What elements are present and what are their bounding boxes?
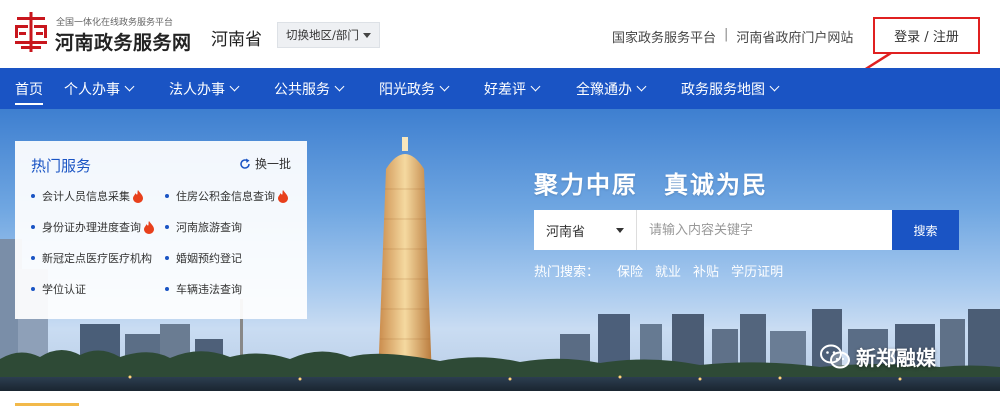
henan-logo-icon[interactable]	[14, 12, 48, 52]
chevron-down-icon	[124, 81, 135, 92]
nav-item-label: 政务服务地图	[681, 81, 765, 98]
hot-service-label: 学位认证	[42, 283, 86, 296]
caret-down-icon	[362, 32, 371, 38]
current-province: 河南省	[211, 30, 262, 50]
chevron-down-icon	[530, 81, 541, 92]
bullet-icon	[165, 225, 169, 229]
nav-item-label: 好差评	[484, 81, 526, 98]
nav-item-label: 法人办事	[169, 81, 225, 98]
bullet-icon	[31, 256, 35, 260]
nav-item-label: 全豫通办	[576, 81, 632, 98]
nav-item-service-map[interactable]: 政务服务地图	[681, 68, 780, 109]
hot-service-label: 河南旅游查询	[176, 221, 242, 234]
region-switch-button[interactable]: 切换地区/部门	[277, 22, 380, 48]
fire-icon	[133, 189, 143, 203]
bottom-strip	[0, 391, 1000, 406]
search-region-select[interactable]: 河南省	[534, 210, 637, 250]
hot-service-label: 新冠定点医疗医疗机构	[42, 252, 152, 265]
bullet-icon	[165, 287, 169, 291]
region-switch-label: 切换地区/部门	[286, 28, 359, 42]
bullet-icon	[31, 194, 35, 198]
chevron-down-icon	[439, 81, 450, 92]
hot-search-term[interactable]: 学历证明	[731, 261, 783, 280]
refresh-button[interactable]: 换一批	[239, 155, 291, 172]
chevron-down-icon	[636, 81, 647, 92]
hot-service-label: 身份证办理进度查询	[42, 221, 141, 234]
search-input[interactable]	[637, 210, 892, 250]
hot-service-item[interactable]: 住房公积金信息查询	[165, 188, 288, 204]
hot-service-item[interactable]: 河南旅游查询	[165, 219, 242, 235]
hot-service-item[interactable]: 身份证办理进度查询	[31, 219, 154, 235]
hot-search-term[interactable]: 保险	[617, 261, 643, 280]
hot-service-item[interactable]: 车辆违法查询	[165, 281, 242, 297]
link-separator: |	[724, 27, 729, 42]
link-national-platform[interactable]: 国家政务服务平台	[612, 27, 716, 46]
refresh-icon	[240, 158, 250, 169]
chevron-down-icon	[769, 81, 780, 92]
nav-item-open-government[interactable]: 阳光政务	[379, 68, 450, 109]
bullet-icon	[165, 194, 169, 198]
bullet-icon	[31, 287, 35, 291]
hot-service-label: 会计人员信息采集	[42, 190, 130, 203]
top-links: 国家政务服务平台 | 河南省政府门户网站	[612, 27, 853, 46]
site-subtitle: 全国一体化在线政务服务平台	[56, 18, 174, 28]
hot-service-label: 婚姻预约登记	[176, 252, 242, 265]
watermark-text: 新郑融媒	[856, 346, 936, 370]
nav-item-label: 阳光政务	[379, 81, 435, 98]
hot-search-term[interactable]: 补贴	[693, 261, 719, 280]
link-henan-portal[interactable]: 河南省政府门户网站	[736, 27, 853, 46]
search-button[interactable]: 搜索	[892, 210, 959, 250]
hot-search-label: 热门搜索：	[534, 265, 600, 280]
nav-item-enterprise[interactable]: 法人办事	[169, 68, 240, 109]
nav-item-label: 公共服务	[274, 81, 330, 98]
chevron-down-icon	[334, 81, 345, 92]
login-register-button[interactable]: 登录 / 注册	[873, 17, 980, 54]
media-watermark: 新郑融媒	[820, 342, 936, 371]
hot-service-label: 车辆违法查询	[176, 283, 242, 296]
nav-item-home[interactable]: 首页	[15, 68, 43, 109]
hot-search-term[interactable]: 就业	[655, 261, 681, 280]
bullet-icon	[31, 225, 35, 229]
search-box: 河南省 搜索	[534, 210, 959, 250]
caret-down-icon	[616, 227, 624, 233]
hot-services-panel: 热门服务 换一批 会计人员信息采集 住房公积金信息查询 身份证办理进度查询 河南…	[15, 141, 307, 319]
site-header: 全国一体化在线政务服务平台 河南政务服务网 河南省 切换地区/部门 国家政务服务…	[0, 0, 1000, 81]
wechat-icon	[820, 344, 850, 368]
nav-item-evaluation[interactable]: 好差评	[484, 68, 541, 109]
refresh-label: 换一批	[255, 157, 292, 171]
hero-banner: 热门服务 换一批 会计人员信息采集 住房公积金信息查询 身份证办理进度查询 河南…	[0, 109, 1000, 391]
hot-services-title: 热门服务	[31, 157, 92, 175]
fire-icon	[278, 189, 288, 203]
nav-item-label: 首页	[15, 81, 43, 98]
hot-service-label: 住房公积金信息查询	[176, 190, 275, 203]
site-name[interactable]: 河南政务服务网	[55, 28, 192, 55]
bullet-icon	[165, 256, 169, 260]
hot-service-item[interactable]: 婚姻预约登记	[165, 250, 242, 266]
nav-item-label: 个人办事	[64, 81, 120, 98]
hot-search-row: 热门搜索： 保险 就业 补贴 学历证明	[534, 261, 783, 280]
chevron-down-icon	[229, 81, 240, 92]
nav-item-public-service[interactable]: 公共服务	[274, 68, 345, 109]
nav-item-province-wide[interactable]: 全豫通办	[576, 68, 647, 109]
search-region-label: 河南省	[546, 224, 586, 240]
main-nav: 首页 个人办事 法人办事 公共服务 阳光政务 好差评 全豫通办 政务服务地图	[0, 68, 1000, 109]
fire-icon	[144, 220, 154, 234]
hot-service-item[interactable]: 学位认证	[31, 281, 86, 297]
hot-service-item[interactable]: 新冠定点医疗医疗机构	[31, 250, 152, 266]
hero-slogan: 聚力中原 真诚为民	[534, 171, 768, 199]
hot-service-item[interactable]: 会计人员信息采集	[31, 188, 143, 204]
nav-item-personal[interactable]: 个人办事	[64, 68, 135, 109]
